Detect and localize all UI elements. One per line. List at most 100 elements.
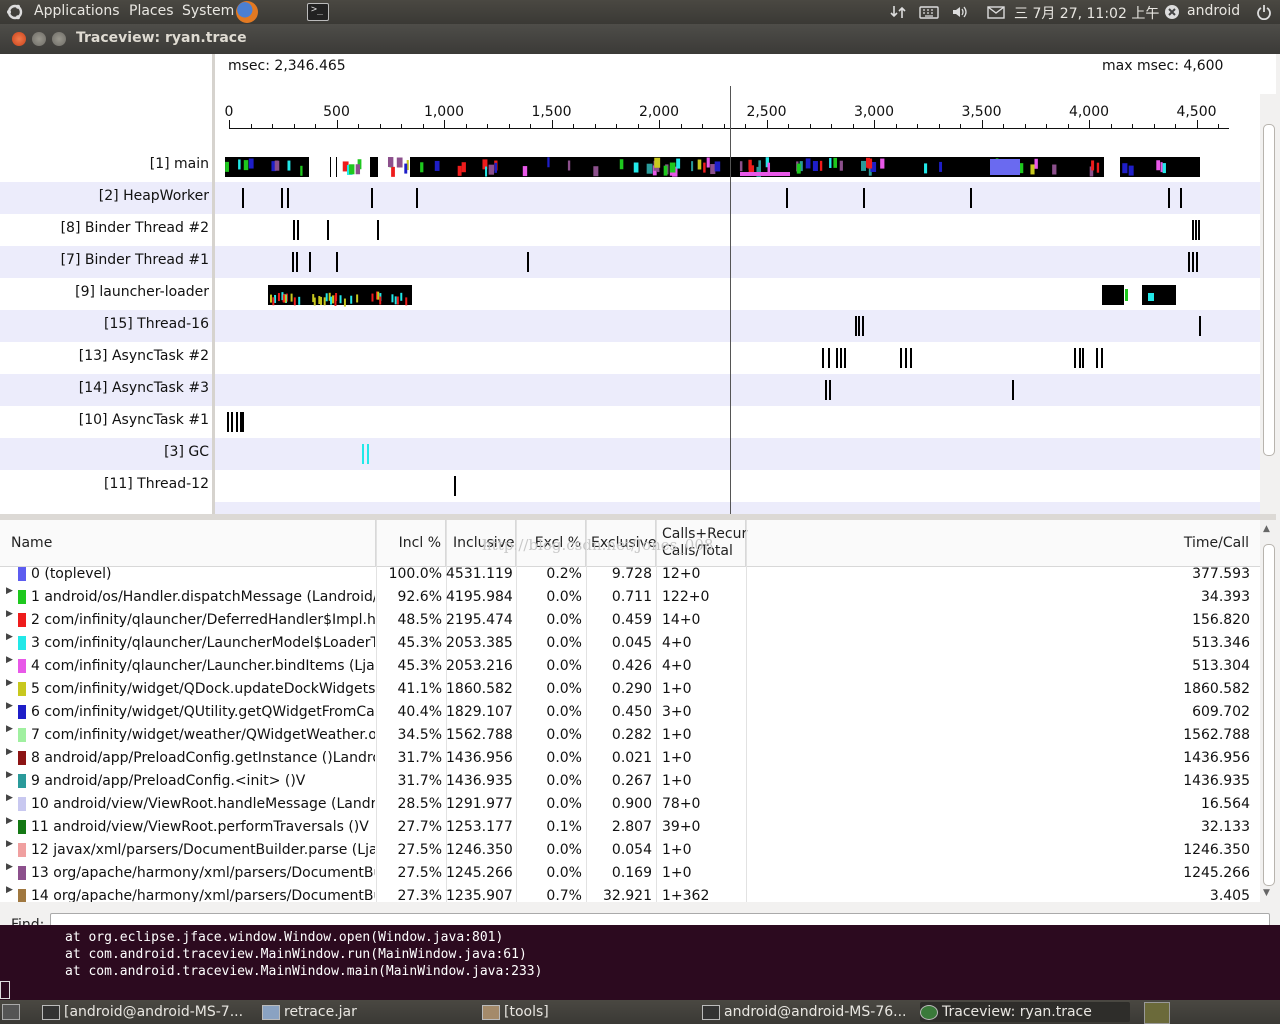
main-activity-mark[interactable] <box>547 157 550 168</box>
expand-arrow-icon[interactable]: ▶ <box>6 701 13 711</box>
expand-arrow-icon[interactable]: ▶ <box>6 839 13 849</box>
thread-activity-mark[interactable] <box>970 188 972 208</box>
main-activity-mark[interactable] <box>703 162 706 173</box>
thread-activity-mark[interactable] <box>1074 348 1076 368</box>
table-row[interactable]: ▶ 7 com/infinity/widget/weather/QWidgetWe… <box>0 724 1260 747</box>
user-name[interactable]: android <box>1187 3 1240 19</box>
table-row[interactable]: ▶ 11 android/view/ViewRoot.performTravers… <box>0 816 1260 839</box>
main-activity-mark[interactable] <box>663 165 668 176</box>
thread-activity-mark[interactable] <box>527 252 529 272</box>
main-thread-block[interactable] <box>225 157 309 177</box>
time-cursor-line[interactable] <box>730 86 731 514</box>
table-row[interactable]: ▶ 3 com/infinity/qlauncher/LauncherModel$… <box>0 632 1260 655</box>
loader-activity-mark[interactable] <box>396 296 399 305</box>
main-activity-mark[interactable] <box>593 166 599 177</box>
main-activity-mark[interactable] <box>1160 162 1163 173</box>
col-name-header[interactable]: Name <box>0 520 376 566</box>
main-activity-mark[interactable] <box>488 164 495 175</box>
main-activity-mark[interactable] <box>714 161 721 172</box>
loader-activity-mark[interactable] <box>334 297 337 306</box>
main-activity-mark[interactable] <box>990 159 1020 175</box>
window-titlebar[interactable]: Traceview: ryan.trace <box>0 24 1280 54</box>
table-row[interactable]: ▶ 1 android/os/Handler.dispatchMessage (L… <box>0 586 1260 609</box>
table-row[interactable]: ▶ 5 com/infinity/widget/QDock.updateDockW… <box>0 678 1260 701</box>
table-row[interactable]: ▶ 10 android/view/ViewRoot.handleMessage … <box>0 793 1260 816</box>
thread-activity-mark[interactable] <box>236 412 238 432</box>
thread-activity-mark[interactable] <box>910 348 912 368</box>
taskbar-item-terminal-1[interactable]: [android@android-MS-7... <box>42 1002 252 1022</box>
main-activity-mark[interactable] <box>819 160 823 171</box>
main-activity-mark[interactable] <box>1052 164 1057 175</box>
thread-activity-mark[interactable] <box>1101 348 1103 368</box>
main-activity-mark[interactable] <box>710 164 716 175</box>
mail-icon[interactable] <box>987 4 1005 20</box>
expand-arrow-icon[interactable]: ▶ <box>6 770 13 780</box>
gc-activity-mark[interactable] <box>362 444 364 464</box>
profile-table[interactable]: Name Incl % Inclusive Excl % Exclusive C… <box>0 520 1260 902</box>
loader-activity-mark[interactable] <box>320 296 323 305</box>
main-activity-mark[interactable] <box>461 162 466 173</box>
loader-activity-mark[interactable] <box>332 295 335 304</box>
main-thread-block[interactable] <box>336 157 337 177</box>
loader-activity-mark[interactable] <box>282 294 285 303</box>
thread-activity-mark[interactable] <box>1180 188 1182 208</box>
thread-activity-mark[interactable] <box>454 476 456 496</box>
thread-activity-mark[interactable] <box>858 316 860 336</box>
loader-activity-mark[interactable] <box>298 296 301 305</box>
thread-activity-mark[interactable] <box>281 188 283 208</box>
main-activity-mark[interactable] <box>740 172 790 176</box>
minimize-window-button[interactable] <box>32 32 46 46</box>
main-activity-mark[interactable] <box>1162 163 1166 174</box>
keyboard-icon[interactable] <box>919 4 939 20</box>
main-activity-mark[interactable] <box>880 158 885 169</box>
main-activity-mark[interactable] <box>434 160 440 171</box>
main-activity-mark[interactable] <box>839 160 843 171</box>
thread-activity-mark[interactable] <box>840 348 842 368</box>
loader-block[interactable] <box>1142 285 1176 305</box>
loader-activity-mark[interactable] <box>274 294 277 303</box>
menu-places[interactable]: Places <box>129 3 174 19</box>
thread-activity-mark[interactable] <box>786 188 788 208</box>
thread-activity-mark[interactable] <box>1195 220 1197 240</box>
table-row[interactable]: ▶ 12 javax/xml/parsers/DocumentBuilder.pa… <box>0 839 1260 862</box>
main-activity-mark[interactable] <box>238 159 241 170</box>
terminal-output[interactable]: at org.eclipse.jface.window.Window.open(… <box>0 925 1280 1000</box>
main-activity-mark[interactable] <box>1156 160 1161 171</box>
timeline-scroll-thumb[interactable] <box>1263 124 1275 456</box>
main-activity-mark[interactable] <box>697 159 702 170</box>
main-activity-mark[interactable] <box>355 164 361 175</box>
thread-activity-mark[interactable] <box>844 348 846 368</box>
expand-arrow-icon[interactable]: ▶ <box>6 885 13 895</box>
scroll-up-icon[interactable]: ▲ <box>1263 524 1270 534</box>
main-activity-mark[interactable] <box>867 158 873 169</box>
maximize-window-button[interactable] <box>52 32 66 46</box>
timeline-scrollbar[interactable] <box>1260 94 1276 514</box>
clock[interactable]: 三 7月 27, 11:02 上午 <box>1014 3 1159 23</box>
thread-activity-mark[interactable] <box>297 220 299 240</box>
main-activity-mark[interactable] <box>404 163 408 174</box>
main-activity-mark[interactable] <box>939 161 943 172</box>
main-activity-mark[interactable] <box>396 157 403 168</box>
loader-activity-mark[interactable] <box>312 294 315 303</box>
loader-block[interactable] <box>1102 285 1124 305</box>
expand-arrow-icon[interactable]: ▶ <box>6 632 13 642</box>
loader-activity-mark[interactable] <box>343 298 346 307</box>
main-activity-mark[interactable] <box>633 162 639 173</box>
main-activity-mark[interactable] <box>274 160 279 171</box>
table-row[interactable]: 0 (toplevel) 100.0% 4531.119 0.2% 9.728 12+0 3… <box>0 563 1260 586</box>
power-icon[interactable] <box>1256 4 1272 20</box>
thread-activity-mark[interactable] <box>309 252 311 272</box>
loader-activity-mark[interactable] <box>371 293 374 302</box>
main-activity-mark[interactable] <box>812 161 818 172</box>
thread-activity-mark[interactable] <box>242 188 244 208</box>
main-activity-mark[interactable] <box>522 166 528 177</box>
table-scrollbar[interactable]: ▲ ▼ <box>1260 520 1276 902</box>
main-activity-mark[interactable] <box>796 163 801 174</box>
main-activity-mark[interactable] <box>225 161 229 172</box>
main-activity-mark[interactable] <box>654 157 661 168</box>
thread-activity-mark[interactable] <box>336 252 338 272</box>
main-activity-mark[interactable] <box>706 157 710 168</box>
expand-arrow-icon[interactable]: ▶ <box>6 678 13 688</box>
loader-activity-mark[interactable] <box>323 297 326 306</box>
loader-activity-mark[interactable] <box>293 297 296 306</box>
